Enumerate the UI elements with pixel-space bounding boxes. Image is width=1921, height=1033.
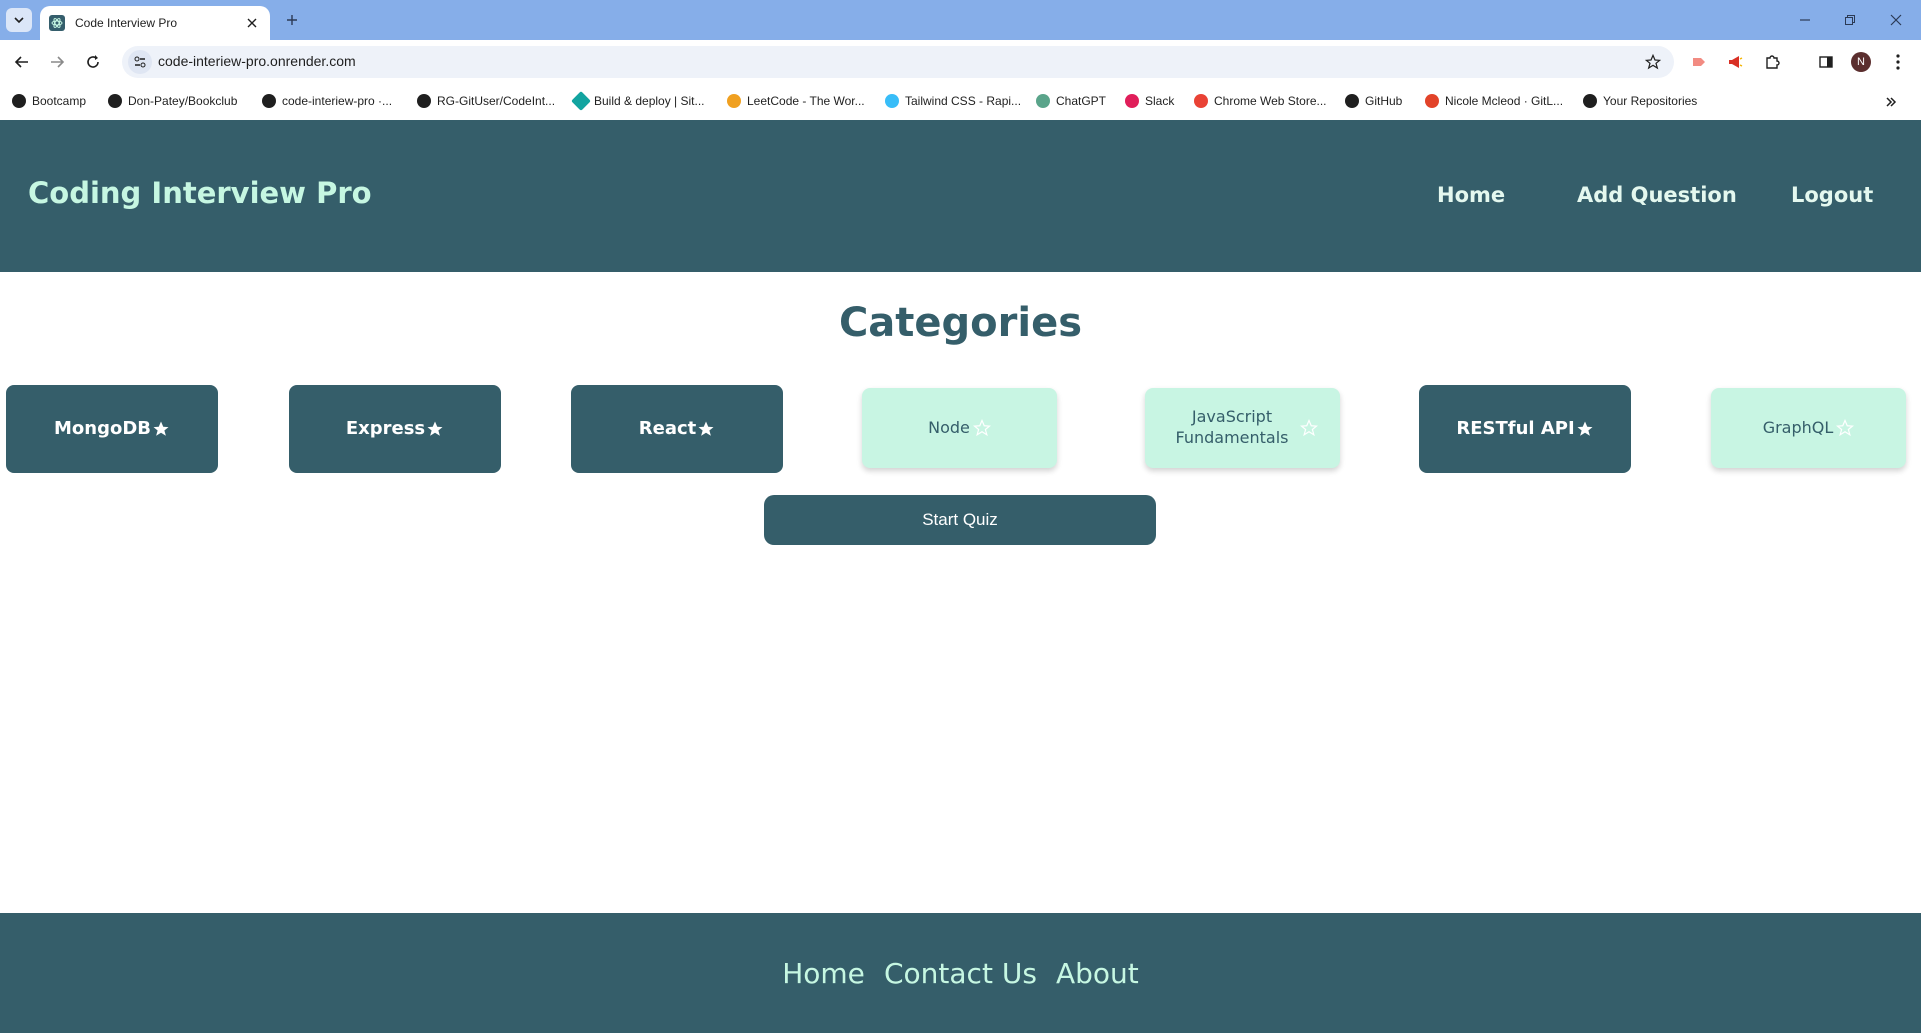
nav-logout-link[interactable]: Logout (1791, 183, 1873, 207)
render-icon (262, 94, 276, 108)
site-info-icon[interactable] (128, 50, 152, 74)
extension-record-icon[interactable] (1688, 51, 1710, 73)
tailwind-icon (885, 94, 899, 108)
category-label: React (638, 418, 697, 440)
github-icon (417, 94, 431, 108)
bookmark-label: code-interiew-pro ·... (282, 94, 393, 108)
leetcode-icon (727, 94, 741, 108)
restore-icon[interactable] (1840, 10, 1860, 30)
category-card-express[interactable]: Express (289, 385, 501, 473)
kebab-menu-icon[interactable] (1887, 51, 1909, 73)
bookmark-item[interactable]: RG-GitUser/CodeInt... (417, 91, 555, 111)
bookmark-label: RG-GitUser/CodeInt... (437, 94, 556, 108)
bookmark-label: Nicole Mcleod · GitL... (1445, 94, 1564, 108)
category-card-react[interactable]: React (571, 385, 783, 473)
bookmark-label: Don-Patey/Bookclub (128, 94, 238, 108)
star-filled-icon[interactable] (152, 420, 170, 438)
category-label: Node (928, 417, 970, 437)
bookmarks-overflow-chevron-icon[interactable] (1881, 92, 1901, 112)
bookmark-label: ChatGPT (1056, 94, 1107, 108)
star-outline-icon[interactable] (1836, 419, 1855, 437)
star-outline-icon[interactable] (972, 419, 991, 437)
bookmark-label: Chrome Web Store... (1214, 94, 1327, 108)
category-card-graphql[interactable]: GraphQL (1711, 388, 1906, 468)
bookmark-label: Tailwind CSS - Rapi... (905, 94, 1022, 108)
nav-home-link[interactable]: Home (1437, 183, 1505, 207)
bookmark-item[interactable]: LeetCode - The Wor... (727, 91, 865, 111)
brand-title[interactable]: Coding Interview Pro (28, 176, 372, 210)
reload-icon[interactable] (81, 50, 105, 74)
category-label: JavaScript Fundamentals (1175, 407, 1289, 447)
bookmark-item[interactable]: Your Repositories (1583, 91, 1697, 111)
github-icon (1345, 94, 1359, 108)
category-card-node[interactable]: Node (862, 388, 1057, 468)
site-header: Coding Interview Pro Home Add Question L… (0, 120, 1921, 272)
globe-icon (12, 94, 26, 108)
category-card-restful-api[interactable]: RESTful API (1419, 385, 1631, 473)
window-close-icon[interactable] (1886, 10, 1906, 30)
forward-arrow-icon[interactable] (45, 50, 69, 74)
bookmark-item[interactable]: Nicole Mcleod · GitL... (1425, 91, 1563, 111)
bookmarks-bar: Bootcamp Don-Patey/Bookclub code-interie… (0, 83, 1921, 119)
browser-toolbar: code-interiew-pro.onrender.com N (0, 40, 1921, 83)
new-tab-plus-icon[interactable] (282, 10, 302, 30)
category-label: MongoDB (53, 418, 151, 440)
github-icon (108, 94, 122, 108)
star-filled-icon[interactable] (697, 420, 715, 438)
category-card-javascript-fundamentals[interactable]: JavaScript Fundamentals (1145, 388, 1340, 468)
category-card-mongodb[interactable]: MongoDB (6, 385, 218, 473)
bookmark-item[interactable]: Don-Patey/Bookclub (108, 91, 237, 111)
bookmark-label: Build & deploy | Sit... (594, 94, 705, 108)
gitlab-icon (1425, 94, 1439, 108)
bookmark-item[interactable]: code-interiew-pro ·... (262, 91, 392, 111)
back-arrow-icon[interactable] (10, 50, 34, 74)
bookmark-item[interactable]: Slack (1125, 91, 1174, 111)
site-footer: Home Contact Us About (0, 913, 1921, 1033)
bookmark-label: Bootcamp (32, 94, 87, 108)
bookmark-item[interactable]: Chrome Web Store... (1194, 91, 1327, 111)
chrome-web-store-icon (1194, 94, 1208, 108)
bookmark-label: GitHub (1365, 94, 1403, 108)
category-label: Express (345, 418, 426, 440)
start-quiz-button[interactable]: Start Quiz (764, 495, 1156, 545)
bookmark-item[interactable]: Build & deploy | Sit... (571, 91, 705, 111)
nav-add-question-link[interactable]: Add Question (1577, 183, 1737, 207)
star-filled-icon[interactable] (1576, 420, 1594, 438)
tab-title: Code Interview Pro (75, 16, 178, 30)
minimize-icon[interactable] (1795, 10, 1815, 30)
bookmark-label: LeetCode - The Wor... (747, 94, 865, 108)
footer-home-link[interactable]: Home (782, 957, 865, 990)
side-panel-icon[interactable] (1815, 51, 1837, 73)
diamond-icon (571, 91, 591, 111)
extension-megaphone-icon[interactable] (1724, 51, 1746, 73)
slack-icon (1125, 94, 1139, 108)
github-icon (1583, 94, 1597, 108)
bookmark-label: Your Repositories (1603, 94, 1698, 108)
footer-links: Home Contact Us About (0, 957, 1921, 990)
footer-about-link[interactable]: About (1056, 957, 1139, 990)
bookmark-item[interactable]: ChatGPT (1036, 91, 1106, 111)
footer-contact-link[interactable]: Contact Us (884, 957, 1037, 990)
browser-tab-strip: Code Interview Pro (0, 0, 1921, 40)
bookmark-item[interactable]: GitHub (1345, 91, 1402, 111)
chevron-down-icon (14, 17, 24, 24)
tab-search-button[interactable] (6, 8, 32, 32)
address-bar[interactable]: code-interiew-pro.onrender.com (122, 46, 1674, 78)
star-outline-icon[interactable] (1300, 419, 1318, 437)
page-title: Categories (838, 300, 1083, 346)
browser-tab-active[interactable]: Code Interview Pro (40, 6, 270, 40)
star-filled-icon[interactable] (426, 420, 444, 438)
bookmark-star-icon[interactable] (1642, 51, 1664, 73)
url-text: code-interiew-pro.onrender.com (158, 53, 356, 69)
chatgpt-icon (1036, 94, 1050, 108)
profile-avatar[interactable]: N (1851, 52, 1871, 72)
category-label: GraphQL (1762, 417, 1834, 437)
extensions-puzzle-icon[interactable] (1761, 51, 1783, 73)
bookmark-label: Slack (1145, 94, 1175, 108)
bookmark-item[interactable]: Bootcamp (12, 91, 86, 111)
category-label: RESTful API (1456, 418, 1575, 440)
bookmark-item[interactable]: Tailwind CSS - Rapi... (885, 91, 1021, 111)
react-favicon-icon (49, 15, 65, 31)
tab-close-icon[interactable] (242, 13, 262, 33)
